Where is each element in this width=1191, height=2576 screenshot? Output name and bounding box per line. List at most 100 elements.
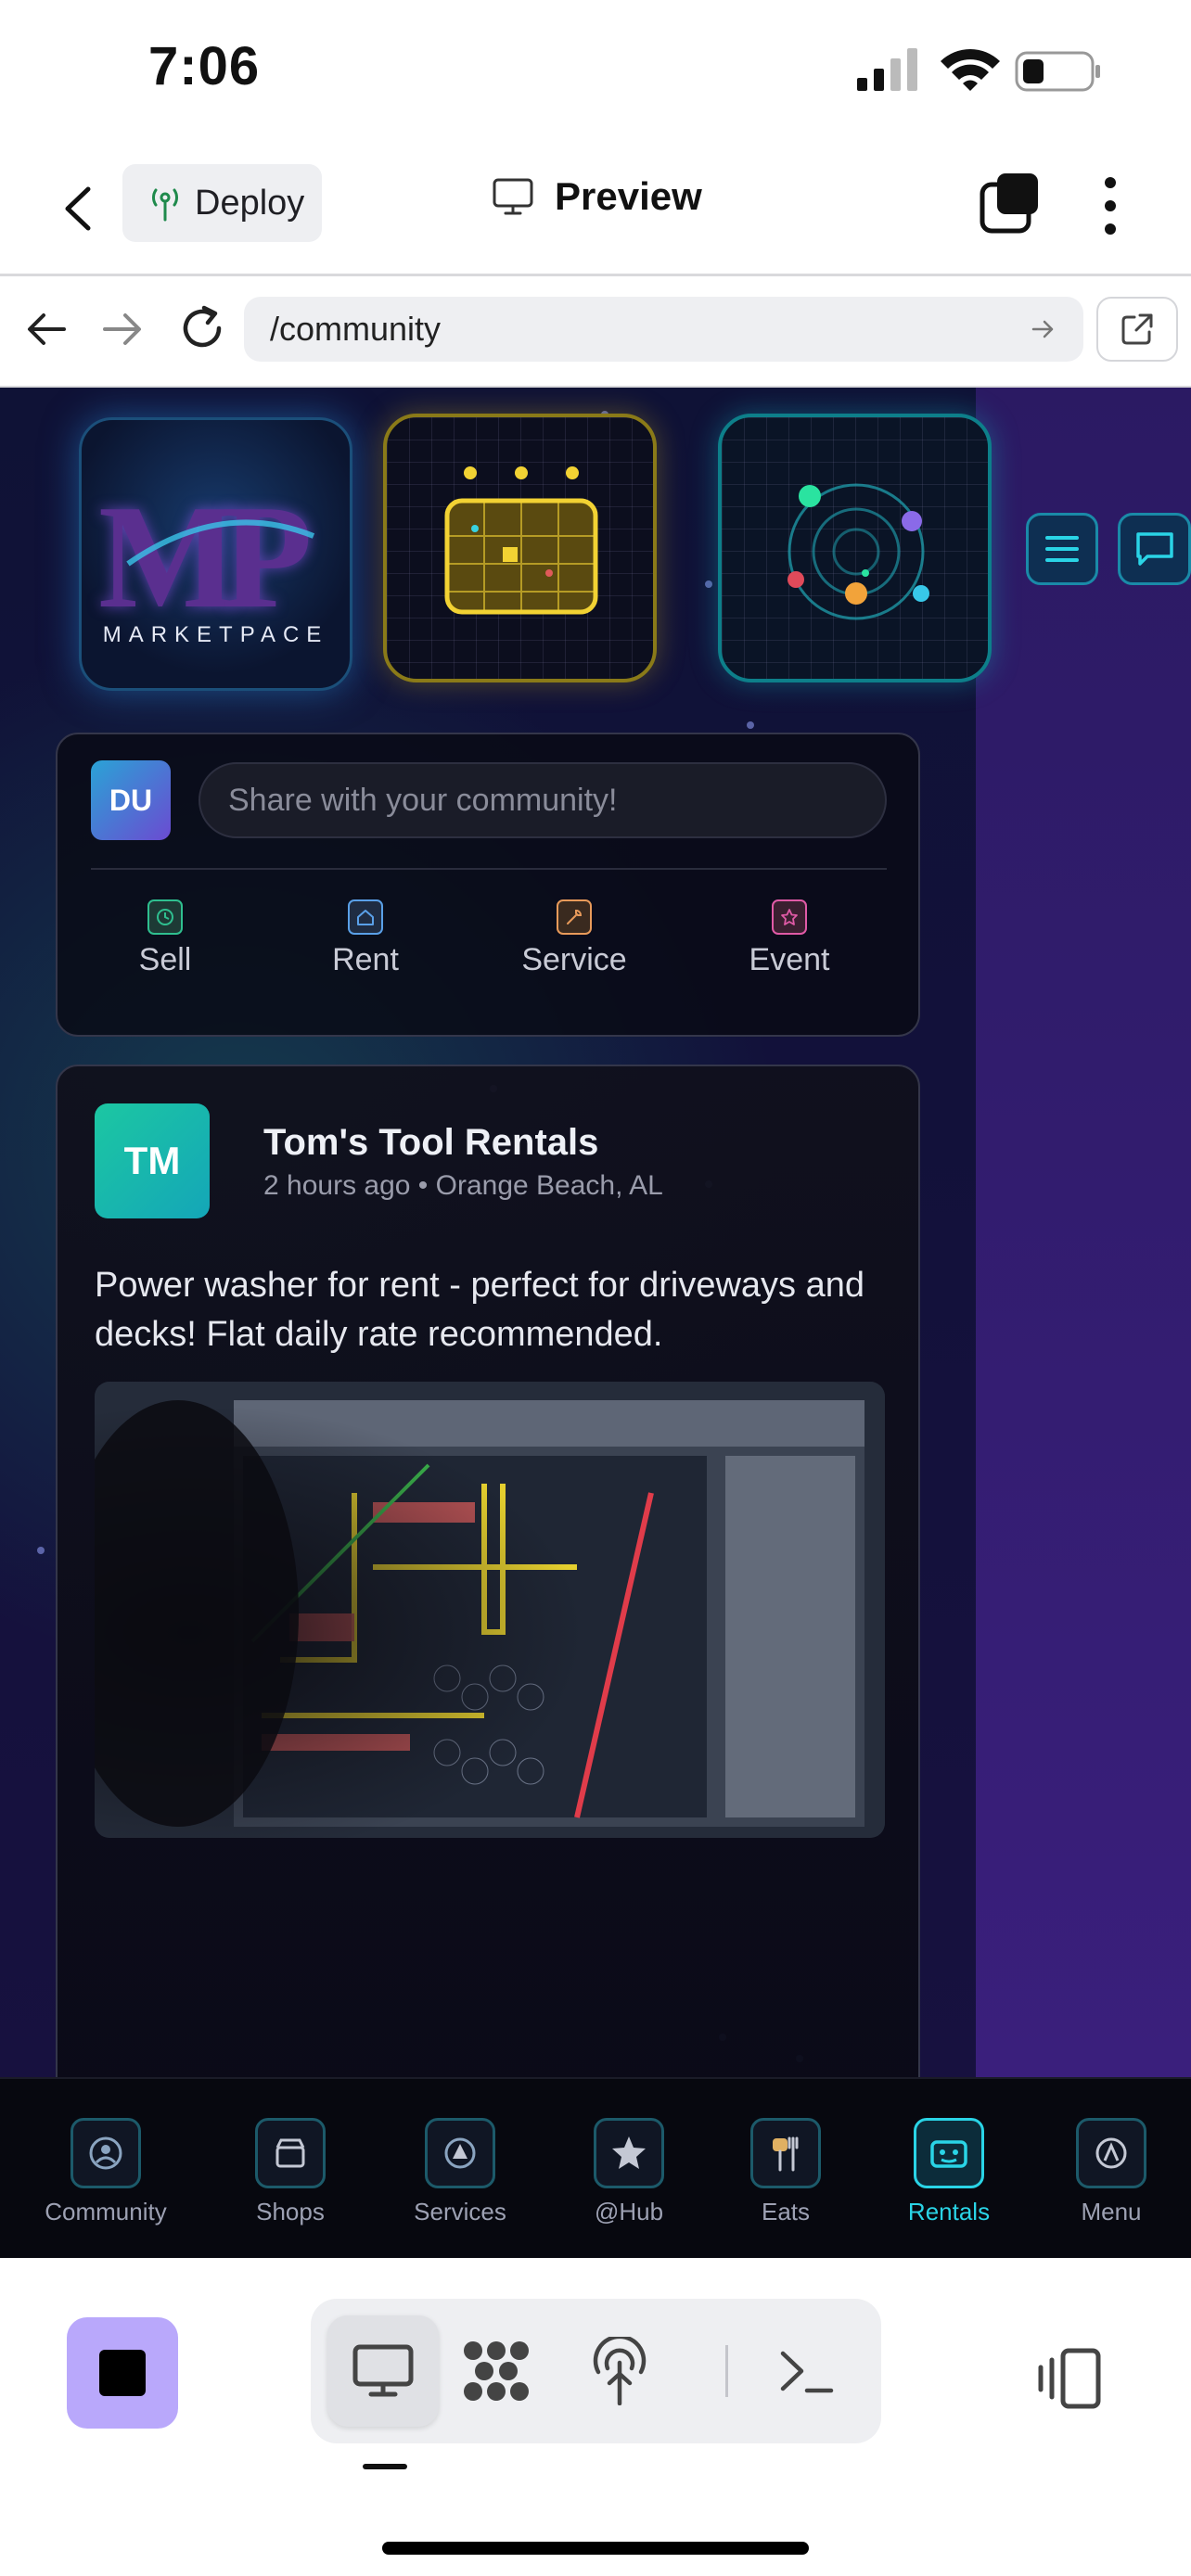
cellular-signal-icon bbox=[857, 48, 917, 91]
chat-bubble-icon bbox=[1135, 532, 1173, 566]
agent-cluster-icon bbox=[464, 2341, 529, 2401]
side-chat-button[interactable] bbox=[1118, 513, 1191, 585]
share-input[interactable]: Share with your community! bbox=[198, 762, 887, 838]
shell-tab[interactable] bbox=[750, 2315, 862, 2427]
logo-swoosh-icon bbox=[126, 519, 315, 567]
post-body: Power washer for rent - perfect for driv… bbox=[95, 1266, 865, 1354]
deploy-button[interactable]: Deploy bbox=[122, 164, 322, 242]
post-meta: 2 hours ago • Orange Beach, AL bbox=[263, 1170, 663, 1201]
wifi-icon bbox=[941, 49, 1000, 91]
url-bar: /community bbox=[0, 276, 1191, 389]
external-link-icon bbox=[1121, 313, 1153, 345]
app-header: Deploy Preview bbox=[0, 139, 1191, 276]
orbit-network-icon bbox=[788, 483, 929, 620]
agent-tab[interactable] bbox=[441, 2315, 552, 2427]
utensils-icon bbox=[750, 2118, 821, 2188]
back-chevron-icon[interactable] bbox=[51, 176, 107, 241]
category-rent-button[interactable]: Rent bbox=[291, 899, 440, 978]
nav-label: Menu bbox=[1081, 2198, 1142, 2225]
star-icon bbox=[594, 2118, 664, 2188]
monitor-icon bbox=[493, 178, 533, 215]
deploy-tab[interactable] bbox=[564, 2315, 675, 2427]
category-event-button[interactable]: Event bbox=[715, 899, 864, 978]
nav-eats[interactable]: Eats bbox=[711, 2079, 860, 2226]
preview-label: Preview bbox=[555, 174, 702, 218]
post-image[interactable] bbox=[95, 1382, 885, 1838]
status-bar: 7:06 bbox=[0, 0, 1191, 139]
category-label: Event bbox=[749, 942, 830, 977]
side-panel-background bbox=[976, 388, 1191, 2077]
nav-menu[interactable]: Menu bbox=[1037, 2079, 1185, 2226]
browser-back-icon[interactable] bbox=[23, 306, 70, 352]
author-avatar[interactable]: TM bbox=[95, 1103, 210, 1218]
hamburger-icon bbox=[1045, 536, 1079, 562]
nav-community[interactable]: Community bbox=[32, 2079, 180, 2226]
battery-icon bbox=[1015, 51, 1100, 92]
more-options-icon[interactable] bbox=[1087, 172, 1133, 241]
nav-hub[interactable]: @Hub bbox=[555, 2079, 703, 2226]
preview-title: Preview bbox=[492, 174, 702, 219]
home-icon bbox=[348, 899, 383, 935]
go-arrow-icon[interactable] bbox=[1030, 315, 1057, 343]
post-author[interactable]: Tom's Tool Rentals bbox=[263, 1122, 598, 1164]
services-icon bbox=[425, 2118, 495, 2188]
view-switcher bbox=[311, 2299, 881, 2443]
stop-icon bbox=[99, 2350, 146, 2396]
calendar-icon bbox=[444, 466, 598, 615]
menu-icon bbox=[1076, 2118, 1146, 2188]
rentals-icon bbox=[914, 2118, 984, 2188]
preview-tab[interactable] bbox=[327, 2315, 439, 2427]
particle bbox=[37, 1547, 45, 1554]
community-network-tile[interactable] bbox=[718, 414, 992, 682]
category-sell-button[interactable]: Sell bbox=[91, 899, 239, 978]
deploy-antenna-icon bbox=[151, 188, 179, 222]
nav-rentals[interactable]: Rentals bbox=[875, 2079, 1023, 2226]
workspace-toolbar bbox=[0, 2258, 1191, 2576]
device-rotate-icon[interactable] bbox=[1031, 2341, 1106, 2416]
layers-icon[interactable] bbox=[979, 172, 1042, 236]
logo-wordmark: MARKETPACE bbox=[102, 622, 329, 647]
app-bottom-nav: Community Shops Services @Hub Eats Renta… bbox=[0, 2077, 1191, 2260]
browser-forward-icon[interactable] bbox=[99, 306, 146, 352]
preview-viewport: MP MARKETPACE DU Share with your communi… bbox=[0, 388, 1191, 2077]
feed-post[interactable]: TM Tom's Tool Rentals 2 hours ago • Oran… bbox=[56, 1065, 920, 2077]
switcher-divider bbox=[725, 2345, 728, 2397]
nav-label: Services bbox=[414, 2198, 506, 2225]
terminal-icon bbox=[780, 2351, 834, 2393]
nav-shops[interactable]: Shops bbox=[216, 2079, 365, 2226]
active-tab-indicator bbox=[363, 2464, 407, 2469]
people-icon bbox=[70, 2118, 141, 2188]
url-input[interactable]: /community bbox=[244, 297, 1083, 362]
wrench-icon bbox=[557, 899, 592, 935]
reload-icon[interactable] bbox=[176, 302, 228, 354]
cad-drawing-photo bbox=[95, 1382, 885, 1838]
nav-label: Community bbox=[45, 2198, 167, 2225]
stop-button[interactable] bbox=[67, 2317, 178, 2429]
category-label: Sell bbox=[138, 942, 192, 977]
category-label: Service bbox=[521, 942, 627, 977]
category-label: Rent bbox=[332, 942, 399, 977]
deploy-label: Deploy bbox=[195, 183, 305, 223]
nav-label: Rentals bbox=[907, 2198, 991, 2225]
clock-icon bbox=[147, 899, 183, 935]
status-time: 7:06 bbox=[148, 36, 261, 96]
marketpace-logo-tile[interactable]: MP MARKETPACE bbox=[79, 417, 352, 691]
star-icon bbox=[772, 899, 807, 935]
events-calendar-tile[interactable] bbox=[383, 414, 657, 682]
side-menu-button[interactable] bbox=[1026, 513, 1098, 585]
open-external-button[interactable] bbox=[1096, 297, 1178, 362]
nav-label: Shops bbox=[256, 2198, 325, 2225]
shop-icon bbox=[255, 2118, 326, 2188]
post-composer: DU Share with your community! Sell Rent … bbox=[56, 733, 920, 1037]
monitor-icon bbox=[352, 2344, 414, 2397]
particle bbox=[747, 721, 754, 729]
home-indicator bbox=[382, 2542, 809, 2555]
nav-services[interactable]: Services bbox=[386, 2079, 534, 2226]
category-service-button[interactable]: Service bbox=[500, 899, 648, 978]
deploy-antenna-icon bbox=[593, 2337, 647, 2405]
particle bbox=[705, 580, 712, 588]
nav-label: @Hub bbox=[594, 2198, 664, 2225]
composer-divider bbox=[91, 868, 887, 870]
nav-label: Eats bbox=[761, 2198, 811, 2225]
user-avatar[interactable]: DU bbox=[91, 760, 171, 840]
